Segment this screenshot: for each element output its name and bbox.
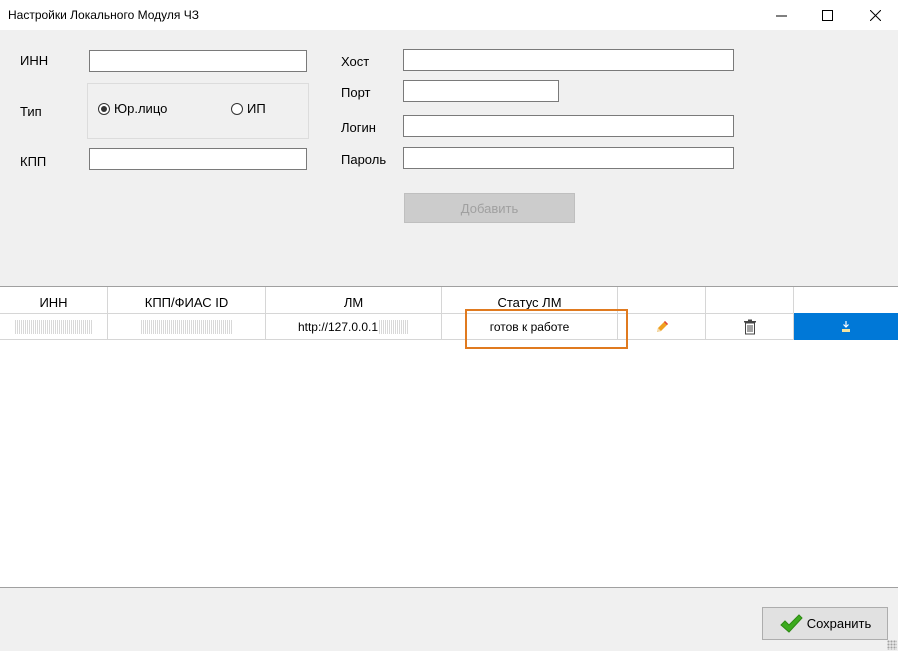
inn-label: ИНН [20,53,49,68]
download-button[interactable] [794,313,898,340]
column-header-action [794,287,898,313]
close-icon [869,9,881,21]
maximize-icon [821,9,833,21]
host-label: Хост [341,54,370,69]
save-button-label: Сохранить [806,616,872,631]
masked-kpp-value [140,319,233,334]
delete-button[interactable] [706,313,794,340]
radio-legal-entity[interactable]: Юр.лицо [98,101,167,116]
window-title: Настройки Локального Модуля ЧЗ [8,8,199,22]
settings-form: ИНН Тип Юр.лицо ИП КПП Хост Порт Логин П… [0,30,898,286]
checkmark-icon [779,613,803,633]
minimize-icon [775,15,787,16]
minimize-button[interactable] [758,0,804,30]
radio-checked-icon [98,102,110,115]
cell-kpp[interactable] [108,313,266,340]
port-label: Порт [341,85,371,100]
host-input[interactable] [403,49,734,71]
add-button[interactable]: Добавить [404,193,575,223]
port-input[interactable] [403,80,559,102]
title-bar: Настройки Локального Модуля ЧЗ [0,0,898,30]
column-header-delete [706,287,794,313]
radio-unchecked-icon [231,102,243,115]
download-icon [842,320,850,332]
cell-lm[interactable]: http://127.0.0.1 [266,313,442,340]
maximize-button[interactable] [804,0,850,30]
login-label: Логин [341,120,376,135]
radio-individual[interactable]: ИП [231,101,266,116]
column-header-inn[interactable]: ИНН [0,287,108,313]
inn-input[interactable] [89,50,307,72]
login-input[interactable] [403,115,734,137]
pencil-icon [656,320,668,332]
column-header-lm[interactable]: ЛМ [266,287,442,313]
masked-lm-port [379,319,410,334]
status-highlight [465,309,628,349]
footer-bar: Сохранить [0,587,898,651]
cell-inn[interactable] [0,313,108,340]
close-button[interactable] [852,0,898,30]
radio-legal-entity-label: Юр.лицо [114,101,168,116]
column-header-edit [618,287,706,313]
lm-url: http://127.0.0.1 [297,319,379,334]
table-header: ИНН КПП/ФИАС ID ЛМ Статус ЛМ [0,287,898,313]
type-groupbox: Юр.лицо ИП [87,83,309,139]
masked-inn-value [14,319,93,334]
trash-icon [743,319,756,334]
modules-table: ИНН КПП/ФИАС ID ЛМ Статус ЛМ http://127.… [0,286,898,587]
radio-individual-label: ИП [247,101,266,116]
kpp-label: КПП [20,154,47,169]
type-label: Тип [20,104,42,119]
resize-grip[interactable] [887,640,897,650]
edit-button[interactable] [618,313,706,340]
save-button[interactable]: Сохранить [762,607,888,640]
table-row[interactable]: http://127.0.0.1 готов к работе [0,313,898,340]
kpp-input[interactable] [89,148,307,170]
column-header-kpp[interactable]: КПП/ФИАС ID [108,287,266,313]
password-input[interactable] [403,147,734,169]
password-label: Пароль [341,152,387,167]
